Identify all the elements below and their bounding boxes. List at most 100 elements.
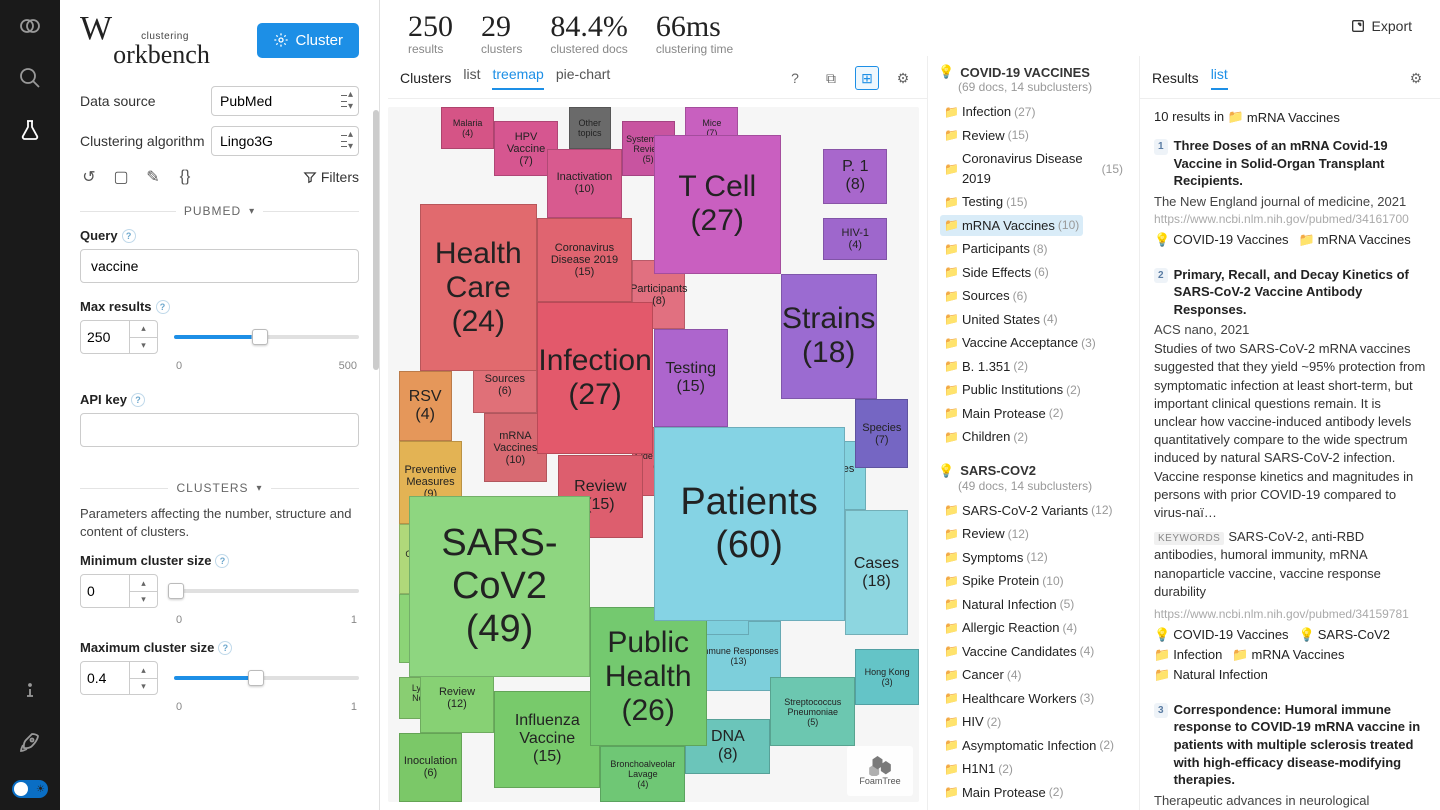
algorithm-select[interactable] [211, 126, 359, 156]
cluster-tag[interactable]: 📁 Children (2) [940, 426, 1032, 448]
cluster-tag[interactable]: 📁 Public Institutions (2) [940, 379, 1085, 401]
clusters-section-header[interactable]: CLUSTERS▾ [80, 481, 359, 495]
cluster-tag[interactable]: 📁 Asymptomatic Infection (2) [940, 735, 1118, 757]
max-results-input[interactable]: ▴▾ [80, 320, 158, 354]
treemap-cell[interactable]: Streptococcus Pneumoniae(5) [770, 677, 855, 747]
cluster-tag[interactable]: 📁 SARS-CoV-2 Variants (12) [940, 500, 1117, 522]
cluster-tag[interactable]: 📁 Testing (15) [940, 191, 1032, 213]
treemap-cell[interactable]: Testing(15) [654, 329, 728, 426]
cluster-tag[interactable]: 📁 Side Effects (6) [940, 262, 1053, 284]
copy-icon[interactable]: ⧉ [819, 66, 843, 90]
cluster-tag[interactable]: 📁 Vaccine Candidates (4) [940, 641, 1098, 663]
treemap-cell[interactable]: Malaria(4) [441, 107, 494, 149]
min-cluster-slider[interactable] [174, 589, 359, 593]
info-icon[interactable] [16, 676, 44, 704]
treemap-cell[interactable]: P. 1(8) [823, 149, 887, 205]
treemap-cell[interactable]: RSV(4) [399, 371, 452, 441]
export-button[interactable]: Export [1350, 18, 1412, 34]
clusters-panel-title: Clusters [400, 70, 451, 86]
cluster-tag[interactable]: 📁 Exposure to SARS-CoV-2 [940, 805, 1118, 810]
cluster-button[interactable]: Cluster [257, 23, 359, 58]
result-item[interactable]: 2Primary, Recall, and Decay Kinetics of … [1154, 266, 1426, 683]
cluster-tag[interactable]: 📁 Infection (27) [940, 101, 1039, 123]
max-cluster-slider[interactable] [174, 676, 359, 680]
max-cluster-input[interactable]: ▴▾ [80, 661, 158, 695]
cluster-tag[interactable]: 📁 Participants (8) [940, 238, 1052, 260]
cluster-group-title[interactable]: 💡SARS-COV2 [938, 463, 1129, 479]
treemap-cell[interactable]: Public Health(26) [590, 607, 707, 746]
treemap-cell[interactable]: Coronavirus Disease 2019(15) [537, 218, 633, 301]
datasource-select[interactable] [211, 86, 359, 116]
treemap-cell[interactable]: Hong Kong(3) [855, 649, 919, 705]
stepper-up-icon[interactable]: ▴ [130, 321, 157, 338]
theme-toggle[interactable]: ☀ [12, 780, 48, 798]
stepper-down-icon[interactable]: ▾ [130, 338, 157, 354]
treemap-cell[interactable]: Cases(18) [845, 510, 909, 635]
tab-list[interactable]: list [1211, 66, 1228, 90]
filters-button[interactable]: Filters [303, 169, 359, 185]
result-tag[interactable]: 📁mRNA Vaccines [1299, 232, 1411, 248]
api-key-input[interactable] [80, 413, 359, 447]
cluster-tag[interactable]: 📁 United States (4) [940, 309, 1062, 331]
cluster-tag[interactable]: 📁 B. 1.351 (2) [940, 356, 1032, 378]
cluster-tag[interactable]: 📁 Main Protease (2) [940, 782, 1067, 804]
save-icon[interactable]: ▢ [112, 168, 130, 186]
gear-icon[interactable]: ⚙ [1404, 66, 1428, 90]
result-tag[interactable]: 💡SARS-CoV2 [1299, 627, 1390, 643]
treemap-cell[interactable]: Health Care(24) [420, 204, 537, 371]
cluster-group-title[interactable]: 💡COVID-19 VACCINES [938, 64, 1129, 80]
result-tag[interactable]: 📁mRNA Vaccines [1232, 647, 1344, 663]
cluster-tag[interactable]: 📁 Coronavirus Disease 2019 (15) [940, 148, 1127, 189]
undo-icon[interactable]: ↺ [80, 168, 98, 186]
treemap-viz[interactable]: Other topicsBronchoalveolar Lavage(4)Imm… [388, 107, 919, 802]
cluster-tag[interactable]: 📁 Healthcare Workers (3) [940, 688, 1098, 710]
result-item[interactable]: 3Correspondence: Humoral immune response… [1154, 701, 1426, 810]
treemap-cell[interactable]: HIV-1(4) [823, 218, 887, 260]
treemap-cell[interactable]: Other topics [569, 107, 611, 149]
tree-view-icon[interactable]: ⊞ [855, 66, 879, 90]
braces-icon[interactable]: {} [176, 168, 194, 186]
flask-icon[interactable] [16, 116, 44, 144]
treemap-cell[interactable]: T Cell(27) [654, 135, 781, 274]
tab-treemap[interactable]: treemap [492, 66, 543, 90]
tab-list[interactable]: list [463, 66, 480, 90]
cluster-tag[interactable]: 📁 H1N1 (2) [940, 758, 1017, 780]
treemap-cell[interactable]: Patients(60) [654, 427, 845, 622]
treemap-cell[interactable]: Strains(18) [781, 274, 877, 399]
treemap-cell[interactable]: Influenza Vaccine(15) [494, 691, 600, 788]
cluster-tag[interactable]: 📁 Allergic Reaction (4) [940, 617, 1081, 639]
gear-icon[interactable]: ⚙ [891, 66, 915, 90]
scrollbar-thumb[interactable] [373, 110, 379, 370]
cluster-tag[interactable]: 📁 Spike Protein (10) [940, 570, 1068, 592]
cluster-tag[interactable]: 📁 HIV (2) [940, 711, 1005, 733]
help-icon[interactable]: ? [783, 66, 807, 90]
cluster-tag[interactable]: 📁 mRNA Vaccines (10) [940, 215, 1083, 237]
result-tag[interactable]: 📁Infection [1154, 647, 1222, 663]
result-tag[interactable]: 💡COVID-19 Vaccines [1154, 627, 1289, 643]
cluster-tag[interactable]: 📁 Natural Infection (5) [940, 594, 1078, 616]
wand-icon[interactable]: ✎ [144, 168, 162, 186]
cluster-tag[interactable]: 📁 Cancer (4) [940, 664, 1026, 686]
treemap-cell[interactable]: Inactivation(10) [547, 149, 621, 219]
cluster-tag[interactable]: 📁 Symptoms (12) [940, 547, 1052, 569]
rocket-icon[interactable] [16, 728, 44, 756]
cluster-tag[interactable]: 📁 Vaccine Acceptance (3) [940, 332, 1100, 354]
max-results-slider[interactable] [174, 335, 359, 339]
cluster-tag[interactable]: 📁 Review (12) [940, 523, 1033, 545]
treemap-cell[interactable]: Bronchoalveolar Lavage(4) [600, 746, 685, 802]
pubmed-section-header[interactable]: PUBMED▾ [80, 204, 359, 218]
cluster-tag[interactable]: 📁 Review (15) [940, 125, 1033, 147]
result-item[interactable]: 1Three Doses of an mRNA Covid-19 Vaccine… [1154, 137, 1426, 248]
tab-pie-chart[interactable]: pie-chart [556, 66, 610, 90]
result-tag[interactable]: 💡COVID-19 Vaccines [1154, 232, 1289, 248]
cluster-tag[interactable]: 📁 Main Protease (2) [940, 403, 1067, 425]
result-tag[interactable]: 📁Natural Infection [1154, 667, 1268, 683]
cluster-tag[interactable]: 📁 Sources (6) [940, 285, 1031, 307]
min-cluster-input[interactable]: ▴▾ [80, 574, 158, 608]
query-input[interactable] [80, 249, 359, 283]
treemap-cell[interactable]: SARS-CoV2(49) [409, 496, 590, 677]
search-icon[interactable] [16, 64, 44, 92]
treemap-cell[interactable]: Infection(27) [537, 302, 654, 455]
treemap-cell[interactable]: Species(7) [855, 399, 908, 469]
treemap-cell[interactable]: Inoculation(6) [399, 733, 463, 803]
